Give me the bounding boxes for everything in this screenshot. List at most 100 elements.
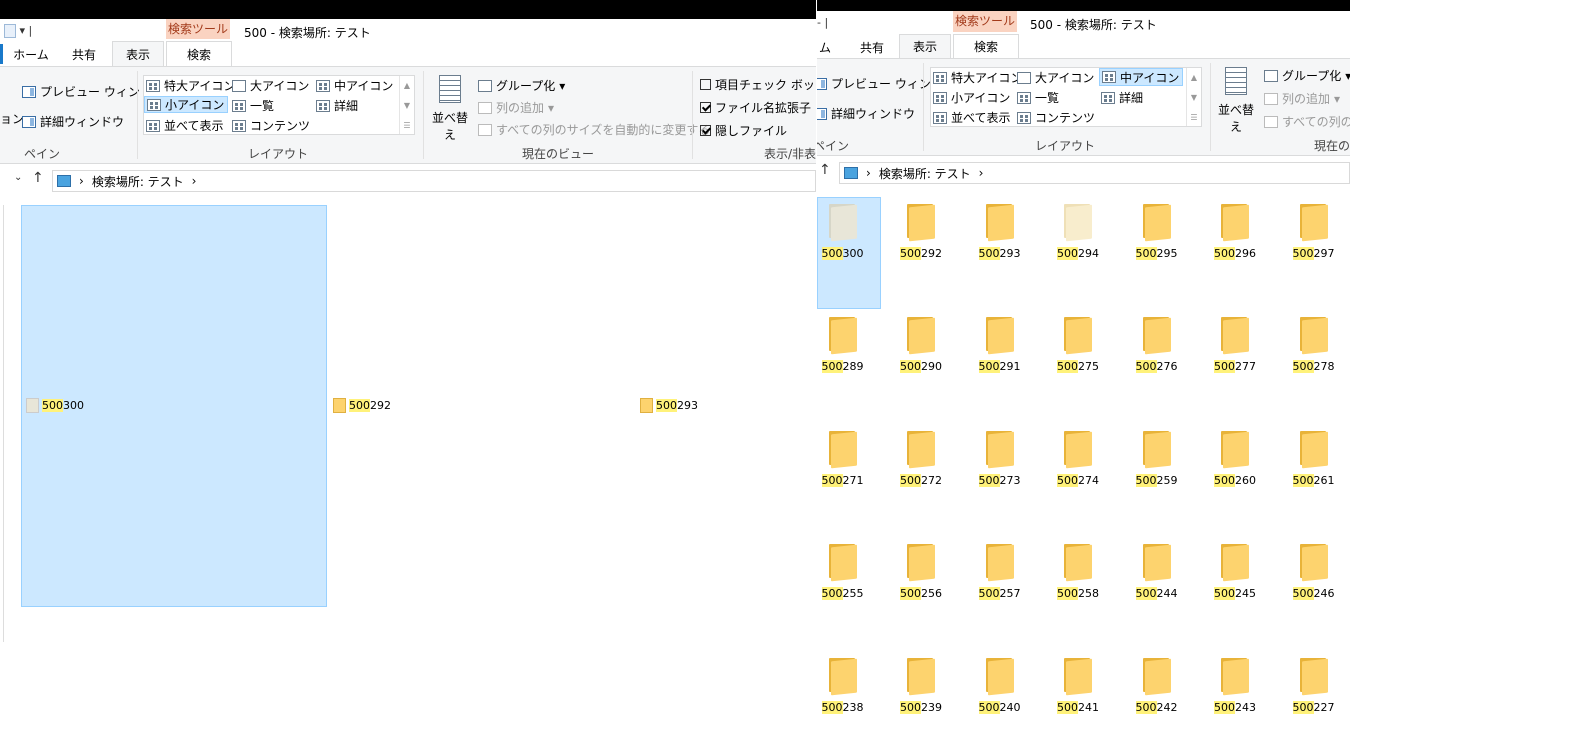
fit-columns-button[interactable]: すべての列のサ	[1264, 113, 1350, 130]
quick-access-toolbar[interactable]: - |	[817, 16, 828, 29]
file-item[interactable]: 500289	[817, 314, 882, 374]
file-item[interactable]: 500300	[817, 201, 882, 260]
file-item[interactable]: 500256	[882, 541, 961, 601]
breadcrumb[interactable]: 検索場所: テスト	[879, 165, 971, 182]
file-item[interactable]: 500278	[1274, 314, 1350, 374]
up-arrow-icon[interactable]: ↑	[32, 170, 44, 186]
layout-extra-large-icons[interactable]: 特大アイコン	[146, 77, 235, 94]
file-item[interactable]: 500295	[1117, 201, 1196, 260]
quick-access-toolbar[interactable]: ▾ |	[4, 24, 32, 38]
file-item[interactable]: 500238	[817, 655, 882, 714]
add-column-button[interactable]: 列の追加 ▾	[1264, 90, 1340, 107]
layout-content[interactable]: コンテンツ	[1017, 109, 1095, 126]
file-item-label: 500244	[1117, 587, 1196, 601]
layout-medium-icons[interactable]: 中アイコン	[316, 77, 393, 94]
layout-gallery: 特大アイコン 大アイコン 中アイコン 小アイコン 一覧 詳細 並べて表示 コンテ…	[930, 67, 1202, 127]
tab-share[interactable]: 共有	[62, 46, 106, 63]
layout-gallery-scroll[interactable]: ▲ ▼ ☰	[1186, 68, 1201, 126]
tab-share[interactable]: 共有	[850, 39, 894, 56]
file-item[interactable]: 500292	[333, 398, 391, 413]
layout-details[interactable]: 詳細	[316, 97, 358, 114]
layout-list[interactable]: 一覧	[1017, 89, 1059, 106]
file-item[interactable]: 500257	[960, 541, 1039, 601]
file-item[interactable]: 500271	[817, 428, 882, 487]
layout-extra-large-icons[interactable]: 特大アイコン	[933, 69, 1022, 86]
tab-search[interactable]: 検索	[166, 41, 232, 68]
file-extensions-toggle[interactable]: ファイル名拡張子	[700, 99, 811, 116]
file-item[interactable]: 500227	[1274, 655, 1350, 714]
group-by-button[interactable]: グループ化 ▾	[478, 77, 565, 94]
file-item[interactable]: 500246	[1274, 541, 1350, 601]
tab-view[interactable]: 表示	[112, 41, 164, 68]
folder-icon	[827, 314, 859, 355]
layout-content[interactable]: コンテンツ	[232, 117, 310, 134]
file-item[interactable]: 500242	[1117, 655, 1196, 714]
layout-medium-icons[interactable]: 中アイコン	[1099, 68, 1183, 86]
group-by-button[interactable]: グループ化 ▾	[1264, 67, 1350, 84]
pane-cut-button[interactable]: ョン	[0, 110, 24, 127]
file-item[interactable]: 500240	[960, 655, 1039, 714]
file-item[interactable]: 500243	[1196, 655, 1275, 714]
address-bar[interactable]: › 検索場所: テスト ›	[52, 170, 816, 192]
sort-button[interactable]: 並べ替え	[1214, 67, 1258, 135]
file-item[interactable]: 500277	[1196, 314, 1275, 374]
item-check-boxes-toggle[interactable]: 項目チェック ボックス	[700, 76, 816, 93]
qat-dropdown[interactable]: ▾ |	[20, 24, 33, 37]
tab-search[interactable]: 検索	[953, 34, 1019, 60]
file-item[interactable]: 500293	[960, 201, 1039, 260]
file-tab-edge[interactable]	[0, 44, 3, 64]
layout-list[interactable]: 一覧	[232, 97, 274, 114]
add-column-button[interactable]: 列の追加 ▾	[478, 99, 554, 116]
hidden-items-toggle[interactable]: 隠しファイル	[700, 122, 787, 139]
file-item[interactable]: 500259	[1117, 428, 1196, 487]
details-pane-button[interactable]: 詳細ウィンドウ	[22, 113, 124, 130]
file-item[interactable]: 500244	[1117, 541, 1196, 601]
layout-large-icons[interactable]: 大アイコン	[1017, 69, 1094, 86]
file-item[interactable]: 500276	[1117, 314, 1196, 374]
item-name-rest: 242	[1156, 700, 1178, 714]
file-item[interactable]: 500272	[882, 428, 961, 487]
layout-small-icons[interactable]: 小アイコン	[144, 96, 228, 113]
up-arrow-icon[interactable]: ↑	[819, 162, 831, 178]
tab-home[interactable]: ム	[817, 39, 833, 56]
file-item[interactable]: 500297	[1274, 201, 1350, 260]
file-item[interactable]: 500275	[1039, 314, 1118, 374]
file-item[interactable]: 500291	[960, 314, 1039, 374]
file-item[interactable]: 500300	[26, 398, 84, 413]
file-item[interactable]: 500293	[640, 398, 698, 413]
file-item-label: 500293	[960, 247, 1039, 260]
layout-details[interactable]: 詳細	[1101, 89, 1143, 106]
folder-icon	[827, 541, 859, 582]
file-item-label: 500297	[1274, 247, 1350, 260]
sort-button[interactable]: 並べ替え	[428, 75, 472, 143]
qat-dropdown[interactable]: - |	[817, 16, 828, 29]
file-item[interactable]: 500292	[882, 201, 961, 260]
file-item[interactable]: 500273	[960, 428, 1039, 487]
breadcrumb[interactable]: 検索場所: テスト	[92, 173, 184, 190]
file-item[interactable]: 500294	[1039, 201, 1118, 260]
layout-small-icons[interactable]: 小アイコン	[933, 89, 1010, 106]
file-item[interactable]: 500296	[1196, 201, 1275, 260]
content-icon	[232, 119, 246, 132]
address-bar[interactable]: › 検索場所: テスト ›	[839, 162, 1350, 184]
layout-tiles[interactable]: 並べて表示	[146, 117, 224, 134]
recent-chevron-icon[interactable]: ⌄	[14, 172, 22, 183]
tab-view[interactable]: 表示	[899, 34, 951, 60]
file-item[interactable]: 500255	[817, 541, 882, 601]
layout-large-icons[interactable]: 大アイコン	[232, 77, 309, 94]
folder-icon	[1219, 428, 1251, 469]
tab-home[interactable]: ホーム	[10, 46, 52, 63]
fit-columns-button[interactable]: すべての列のサイズを自動的に変更する	[478, 121, 710, 138]
file-item[interactable]: 500241	[1039, 655, 1118, 714]
layout-tiles[interactable]: 並べて表示	[933, 109, 1011, 126]
file-item[interactable]: 500290	[882, 314, 961, 374]
file-item[interactable]: 500261	[1274, 428, 1350, 487]
details-pane-button[interactable]: 詳細ウィンドウ	[817, 105, 915, 122]
file-item[interactable]: 500274	[1039, 428, 1118, 487]
file-item[interactable]: 500239	[882, 655, 961, 714]
file-item[interactable]: 500258	[1039, 541, 1118, 601]
preview-pane-icon	[22, 85, 36, 98]
layout-gallery-scroll[interactable]: ▲ ▼ ☰	[399, 76, 414, 134]
file-item[interactable]: 500260	[1196, 428, 1275, 487]
file-item[interactable]: 500245	[1196, 541, 1275, 601]
